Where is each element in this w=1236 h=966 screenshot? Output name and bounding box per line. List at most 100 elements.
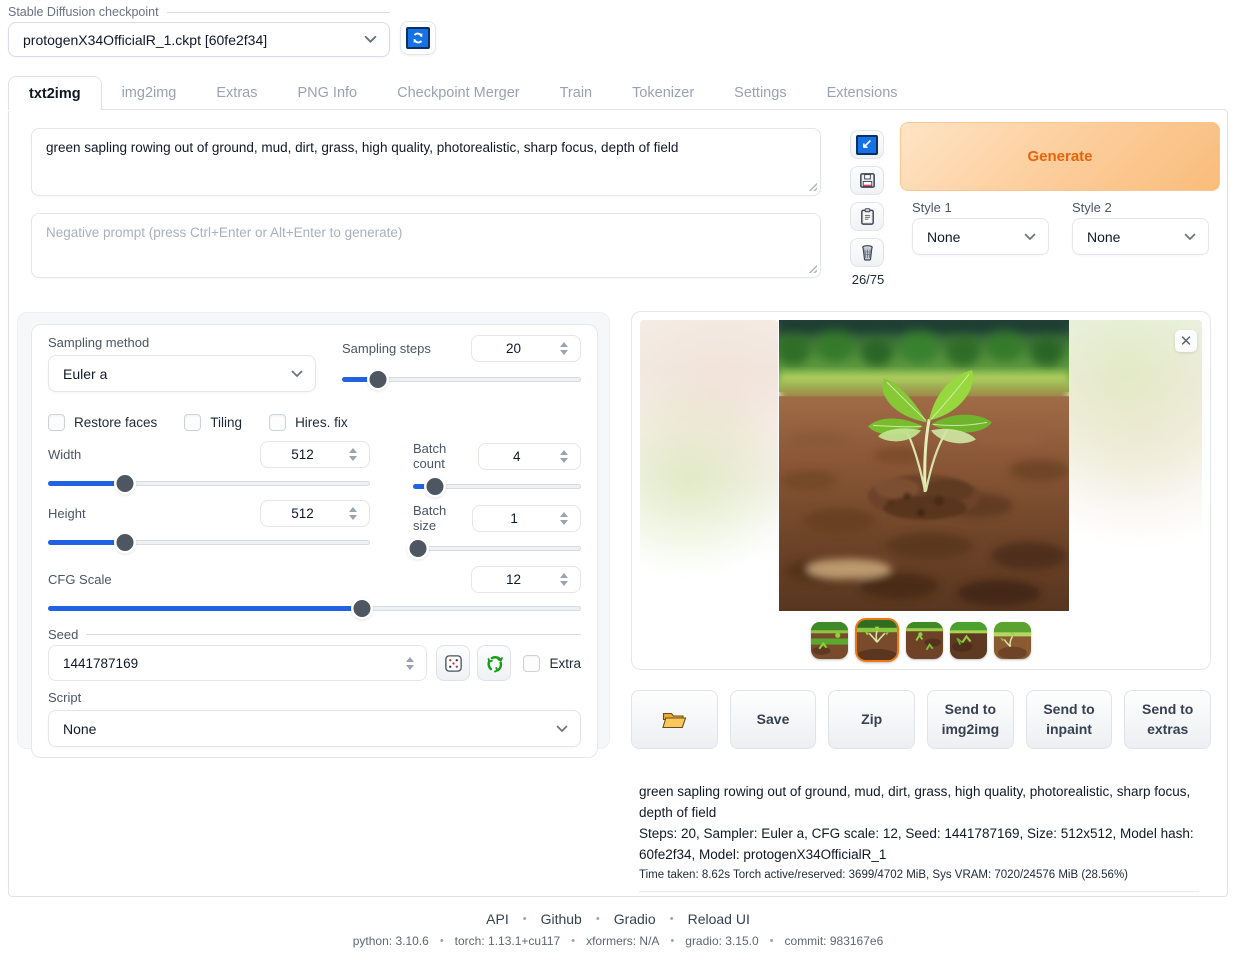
send-to-inpaint-button[interactable]: Send to inpaint xyxy=(1026,690,1113,749)
sampling-steps-input[interactable]: 20 xyxy=(471,335,581,362)
sampling-steps-value: 20 xyxy=(472,341,555,356)
stepper-arrows[interactable] xyxy=(555,573,573,586)
sampling-method-group: Sampling method Euler a xyxy=(48,335,316,392)
tab-extensions[interactable]: Extensions xyxy=(807,76,918,110)
cfg-scale-input[interactable]: 12 xyxy=(471,566,581,593)
restore-faces-checkbox[interactable] xyxy=(48,414,65,431)
generate-button[interactable]: Generate xyxy=(900,122,1220,191)
stepper-arrows[interactable] xyxy=(401,657,419,670)
thumbnail-strip xyxy=(632,618,1210,662)
tab-txt2img[interactable]: txt2img xyxy=(8,76,102,110)
extra-seed-label: Extra xyxy=(549,656,581,671)
trash-icon xyxy=(858,243,877,262)
stepper-arrows[interactable] xyxy=(555,512,573,525)
info-performance: Time taken: 8.62s Torch active/reserved:… xyxy=(639,869,1199,881)
width-slider[interactable] xyxy=(48,475,370,492)
close-icon: ✕ xyxy=(1180,334,1193,349)
prompt-tools: ↙ xyxy=(850,130,886,267)
random-seed-button[interactable] xyxy=(436,645,470,681)
recycle-icon xyxy=(484,653,505,674)
clear-prompt-button[interactable] xyxy=(850,238,884,267)
tab-img2img[interactable]: img2img xyxy=(102,76,197,110)
batch-size-slider[interactable] xyxy=(413,540,581,557)
cfg-scale-slider[interactable] xyxy=(48,600,581,617)
extra-seed-checkbox[interactable] xyxy=(523,655,540,672)
seed-label: Seed xyxy=(48,627,78,642)
generated-image[interactable] xyxy=(779,320,1069,611)
prompt-input[interactable]: green sapling rowing out of ground, mud,… xyxy=(31,128,821,196)
seed-value: 1441787169 xyxy=(49,656,401,671)
chevron-down-icon xyxy=(1184,233,1196,241)
footer-link-reload-ui[interactable]: Reload UI xyxy=(688,911,750,927)
stepper-arrows[interactable] xyxy=(555,342,573,355)
script-label: Script xyxy=(48,690,581,705)
style2-dropdown-wrap: None xyxy=(1072,218,1209,255)
footer-versions: python: 3.10.6 torch: 1.13.1+cu117 xform… xyxy=(353,934,884,948)
main-tabs: txt2img img2img Extras PNG Info Checkpoi… xyxy=(8,76,918,110)
thumbnail-1[interactable] xyxy=(811,622,848,659)
negative-prompt-wrap xyxy=(31,213,821,278)
batch-count-value: 4 xyxy=(479,449,555,464)
refresh-checkpoint-button[interactable] xyxy=(400,21,436,55)
tiling-checkbox[interactable] xyxy=(184,414,201,431)
cfg-scale-value: 12 xyxy=(472,572,555,587)
reuse-seed-button[interactable] xyxy=(477,645,511,681)
sampling-method-label: Sampling method xyxy=(48,335,316,350)
width-value: 512 xyxy=(261,447,344,462)
send-to-extras-button[interactable]: Send to extras xyxy=(1124,690,1211,749)
footer-links: API Github Gradio Reload UI xyxy=(486,911,750,927)
batch-count-input[interactable]: 4 xyxy=(478,443,581,470)
tab-png-info[interactable]: PNG Info xyxy=(277,76,377,110)
batch-size-value: 1 xyxy=(473,511,555,526)
save-button[interactable]: Save xyxy=(730,690,817,749)
thumbnail-5[interactable] xyxy=(994,622,1031,659)
open-folder-button[interactable] xyxy=(631,690,718,749)
footer-link-gradio[interactable]: Gradio xyxy=(614,911,656,927)
thumbnail-2-selected[interactable] xyxy=(855,618,899,662)
stepper-arrows[interactable] xyxy=(344,507,362,520)
style1-dropdown[interactable]: None xyxy=(912,218,1049,255)
width-label: Width xyxy=(48,447,81,462)
tiling-checkbox-item: Tiling xyxy=(184,414,242,431)
footer-link-github[interactable]: Github xyxy=(541,911,582,927)
tab-extras[interactable]: Extras xyxy=(196,76,277,110)
tab-tokenizer[interactable]: Tokenizer xyxy=(612,76,714,110)
width-input[interactable]: 512 xyxy=(260,441,370,468)
generation-settings-card: Sampling method Euler a Sampling steps 2… xyxy=(31,324,598,758)
thumbnail-3[interactable] xyxy=(906,622,943,659)
bullet-separator xyxy=(770,935,774,947)
close-gallery-button[interactable]: ✕ xyxy=(1175,330,1197,352)
save-style-button[interactable] xyxy=(850,166,884,195)
apply-style-button[interactable] xyxy=(850,202,884,231)
thumbnail-4[interactable] xyxy=(950,622,987,659)
restore-faces-checkbox-item: Restore faces xyxy=(48,414,157,431)
paste-generation-params-button[interactable]: ↙ xyxy=(850,130,884,159)
stepper-arrows[interactable] xyxy=(344,448,362,461)
zip-button[interactable]: Zip xyxy=(828,690,915,749)
footer: API Github Gradio Reload UI python: 3.10… xyxy=(0,911,1236,948)
tab-settings[interactable]: Settings xyxy=(714,76,806,110)
footer-link-api[interactable]: API xyxy=(486,911,509,927)
style2-dropdown[interactable]: None xyxy=(1072,218,1209,255)
sampling-method-dropdown[interactable]: Euler a xyxy=(48,355,316,392)
seed-input[interactable]: 1441787169 xyxy=(48,645,427,681)
batch-column: Batch count 4 Batch size 1 xyxy=(413,441,581,557)
negative-prompt-input[interactable] xyxy=(31,213,821,278)
script-dropdown[interactable]: None xyxy=(48,710,581,747)
height-slider[interactable] xyxy=(48,534,370,551)
style1-dropdown-wrap: None xyxy=(912,218,1049,255)
height-input[interactable]: 512 xyxy=(260,500,370,527)
stepper-arrows[interactable] xyxy=(555,450,573,463)
send-to-img2img-button[interactable]: Send to img2img xyxy=(927,690,1014,749)
checkpoint-dropdown[interactable]: protogenX34OfficialR_1.ckpt [60fe2f34] xyxy=(8,22,390,57)
tab-checkpoint-merger[interactable]: Checkpoint Merger xyxy=(377,76,540,110)
refresh-icon xyxy=(406,27,430,49)
batch-count-slider[interactable] xyxy=(413,478,581,495)
hires-fix-checkbox[interactable] xyxy=(269,414,286,431)
tab-train[interactable]: Train xyxy=(540,76,613,110)
sampling-steps-slider[interactable] xyxy=(342,371,581,388)
gallery-blur-backdrop-right xyxy=(1066,320,1202,611)
batch-size-input[interactable]: 1 xyxy=(472,505,581,532)
style1-value: None xyxy=(927,229,960,245)
arrow-down-left-icon: ↙ xyxy=(856,135,878,155)
